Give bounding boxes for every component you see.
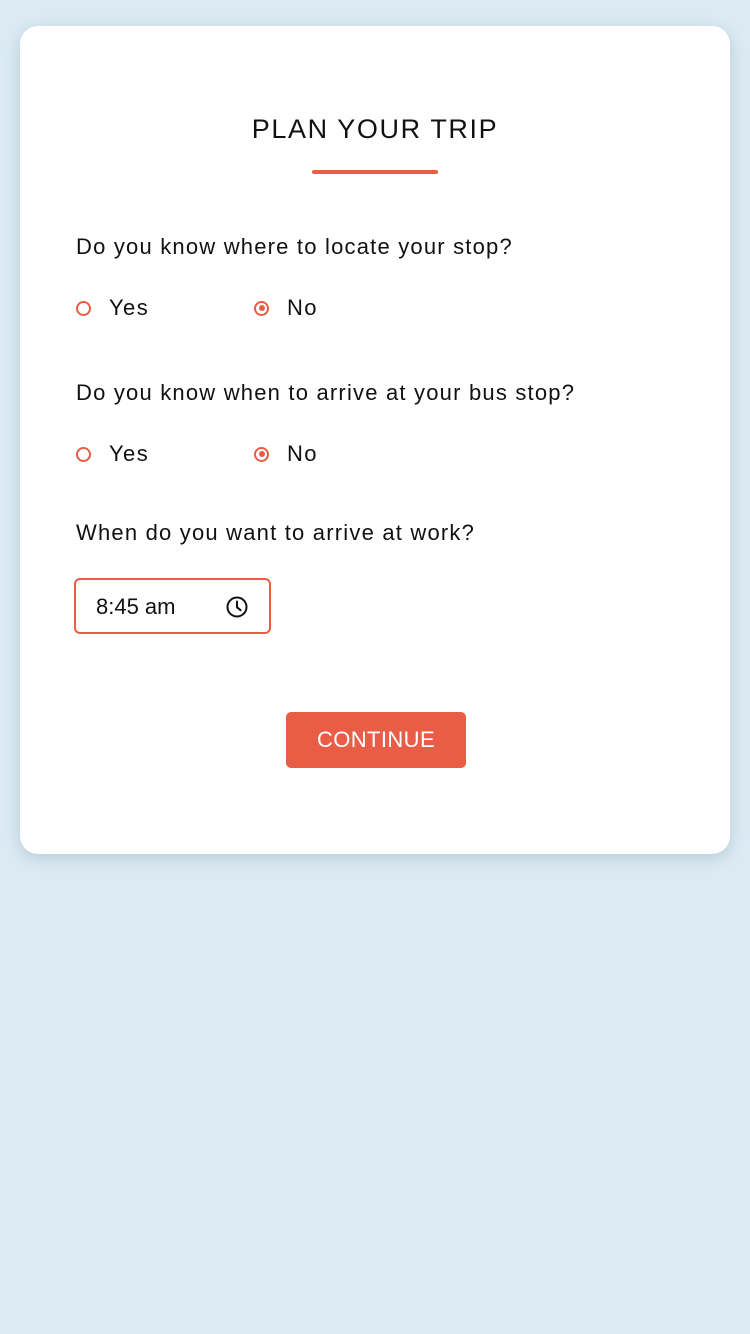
continue-button[interactable]: CONTINUE: [286, 712, 466, 768]
radio-circle[interactable]: [76, 446, 91, 462]
arrival-time-input[interactable]: 8:45 am: [74, 578, 271, 634]
radio-label: No: [287, 441, 318, 466]
clock-icon[interactable]: [225, 595, 249, 619]
radio-label: Yes: [109, 295, 150, 320]
radio-arrive-stop-yes[interactable]: Yes: [76, 439, 149, 469]
radio-arrive-stop-no[interactable]: No: [254, 439, 318, 469]
radio-label: No: [287, 295, 318, 320]
radio-circle-selected[interactable]: [254, 300, 269, 316]
radio-locate-stop-no[interactable]: No: [254, 293, 318, 323]
radio-circle-selected[interactable]: [254, 446, 269, 462]
trip-form-card: PLAN YOUR TRIP Do you know where to loca…: [20, 26, 730, 854]
question-arrive-work: When do you want to arrive at work?: [76, 520, 476, 545]
question-arrive-bus-stop: Do you know when to arrive at your bus s…: [76, 380, 576, 405]
arrival-time-value: 8:45 am: [96, 594, 176, 619]
radio-label: Yes: [109, 441, 150, 466]
title-underline: [312, 170, 438, 174]
question-locate-stop: Do you know where to locate your stop?: [76, 234, 513, 259]
page-title: PLAN YOUR TRIP: [251, 114, 499, 144]
radio-locate-stop-yes[interactable]: Yes: [76, 293, 149, 323]
radio-circle[interactable]: [76, 300, 91, 316]
